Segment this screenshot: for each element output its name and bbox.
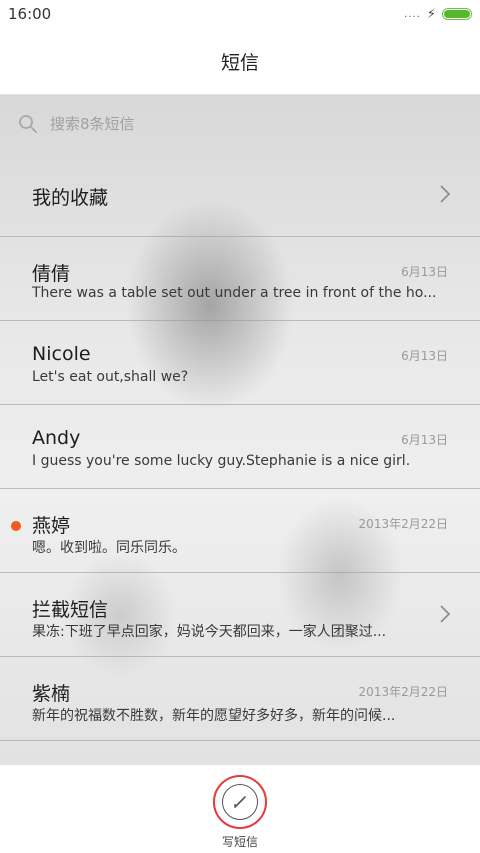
conversation-preview: 果冻:下班了早点回家，妈说今天都回来，一家人团聚过...: [32, 624, 387, 640]
charging-icon: ⚡: [426, 6, 436, 22]
conversation-name: 拦截短信: [32, 599, 109, 621]
conversation-blocked[interactable]: 拦截短信 果冻:下班了早点回家，妈说今天都回来，一家人团聚过...: [0, 573, 480, 657]
search-input[interactable]: [48, 114, 432, 134]
conversation-date: 6月13日: [401, 265, 448, 279]
conversation-name: Nicole: [32, 343, 91, 365]
conversation-favorites[interactable]: 我的收藏: [0, 153, 480, 237]
conversation-list: 我的收藏 倩倩 6月13日 There was a table set out …: [0, 153, 480, 741]
compose-icon: [222, 784, 258, 820]
conversation-name: 紫楠: [32, 683, 71, 705]
chevron-right-icon: [440, 185, 451, 203]
search-icon: [19, 115, 37, 133]
status-bar: 16:00 .... ⚡: [0, 0, 480, 28]
compose-label: 写短信: [221, 835, 258, 849]
conversation-row[interactable]: 倩倩 6月13日 There was a table set out under…: [0, 237, 480, 321]
conversation-date: 6月13日: [401, 349, 448, 363]
chevron-right-icon: [440, 605, 451, 623]
conversation-row[interactable]: Nicole 6月13日 Let's eat out,shall we?: [0, 321, 480, 405]
status-time: 16:00: [8, 5, 52, 23]
page-title: 短信: [220, 51, 259, 74]
bottom-bar: 写短信: [0, 765, 480, 853]
signal-icon: ....: [404, 8, 421, 20]
pencil-icon: [234, 796, 246, 808]
unread-indicator: [11, 521, 21, 531]
battery-fill: [444, 10, 470, 18]
conversation-row[interactable]: 紫楠 2013年2月22日 新年的祝福数不胜数，新年的愿望好多好多，新年的问候.…: [0, 657, 480, 741]
battery-icon: [442, 8, 472, 20]
conversation-preview: 新年的祝福数不胜数，新年的愿望好多好多，新年的问候...: [32, 708, 396, 724]
conversation-name: Andy: [32, 427, 81, 449]
conversation-row[interactable]: 燕婷 2013年2月22日 嗯。收到啦。同乐同乐。: [0, 489, 480, 573]
search-bar[interactable]: [18, 106, 462, 142]
conversation-name: 倩倩: [32, 263, 71, 285]
conversation-preview: I guess you're some lucky guy.Stephanie …: [32, 453, 411, 469]
conversation-row[interactable]: Andy 6月13日 I guess you're some lucky guy…: [0, 405, 480, 489]
conversation-date: 2013年2月22日: [358, 517, 448, 531]
conversation-name: 我的收藏: [32, 187, 109, 209]
conversation-preview: There was a table set out under a tree i…: [32, 285, 437, 301]
conversation-date: 6月13日: [401, 433, 448, 447]
status-icons: .... ⚡: [404, 7, 472, 22]
title-bar: 短信: [0, 28, 480, 95]
conversation-date: 2013年2月22日: [358, 685, 448, 699]
conversation-preview: Let's eat out,shall we?: [32, 369, 189, 385]
compose-button[interactable]: [213, 775, 267, 829]
conversation-preview: 嗯。收到啦。同乐同乐。: [32, 540, 186, 556]
conversation-name: 燕婷: [32, 515, 71, 537]
